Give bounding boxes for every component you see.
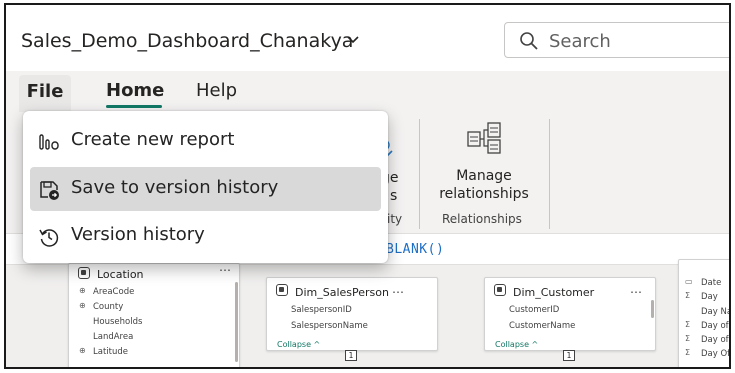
collapse-link[interactable]: Collapse ^ xyxy=(277,340,320,349)
globe-icon: ⊕ xyxy=(79,346,86,355)
sum-icon: Σ xyxy=(685,348,691,357)
partial-group-label: ity xyxy=(387,212,403,226)
field-item[interactable]: Day Nam xyxy=(701,307,729,317)
field-item[interactable]: County xyxy=(93,302,123,312)
field-item[interactable]: AreaCode xyxy=(93,287,134,297)
report-bars-icon xyxy=(39,134,59,150)
field-item[interactable]: LandArea xyxy=(93,332,133,342)
model-canvas[interactable]: Location … ⊕ AreaCode ⊕ County Household… xyxy=(6,259,729,367)
field-item[interactable]: CustomerName xyxy=(509,321,575,331)
table-card-dim-salesperson[interactable]: Dim_SalesPerson … SalespersonID Salesper… xyxy=(266,277,438,351)
field-item[interactable]: SalespersonName xyxy=(291,321,368,331)
search-label: Search xyxy=(549,31,611,52)
table-title: Dim_Customer xyxy=(513,286,595,299)
table-title: Dim_SalesPerson xyxy=(295,286,389,299)
file-menu: Create new report Save to version histor… xyxy=(23,111,388,263)
manage-relationships-label-2[interactable]: relationships xyxy=(432,185,536,203)
globe-icon: ⊕ xyxy=(79,286,86,295)
menu-item-label: Save to version history xyxy=(71,177,279,198)
globe-icon: ⊕ xyxy=(79,301,86,310)
sum-icon: Σ xyxy=(685,320,691,329)
table-card-date[interactable]: ▭ Date Σ Day Day Nam Σ Day of W Σ Day of… xyxy=(678,259,729,367)
tab-help[interactable]: Help xyxy=(196,80,237,101)
field-item[interactable]: Day of W xyxy=(701,321,729,331)
chevron-down-icon[interactable] xyxy=(345,31,361,47)
relationship-badge: 1 xyxy=(563,350,575,361)
menu-item-version-history[interactable]: Version history xyxy=(30,214,381,258)
save-version-icon xyxy=(40,181,59,200)
table-card-location[interactable]: Location … ⊕ AreaCode ⊕ County Household… xyxy=(68,260,240,367)
tab-home[interactable]: Home xyxy=(106,80,164,101)
table-title: Location xyxy=(97,268,144,281)
manage-relationships-label-1[interactable]: Manage xyxy=(432,167,536,185)
more-options-icon[interactable]: … xyxy=(392,282,405,296)
tab-file[interactable]: File xyxy=(19,75,71,112)
table-icon xyxy=(276,284,288,296)
search-box[interactable]: Search xyxy=(504,22,729,58)
field-item[interactable]: SalespersonID xyxy=(291,305,352,315)
scrollbar[interactable] xyxy=(651,300,654,318)
field-item[interactable]: CustomerID xyxy=(509,305,559,315)
more-options-icon[interactable]: … xyxy=(630,282,643,296)
app-window: Sales_Demo_Dashboard_Chanakya Search Fil… xyxy=(4,3,731,369)
table-icon xyxy=(494,284,506,296)
menu-item-save-to-version-history[interactable]: Save to version history xyxy=(30,167,381,211)
ribbon-tabs: File Home Help xyxy=(6,71,729,115)
ribbon-separator xyxy=(419,119,420,229)
menu-item-label: Version history xyxy=(71,224,205,245)
field-item[interactable]: Day of Ye xyxy=(701,335,729,345)
collapse-link[interactable]: Collapse ^ xyxy=(495,340,538,349)
field-item[interactable]: Date xyxy=(701,278,721,288)
file-title[interactable]: Sales_Demo_Dashboard_Chanakya xyxy=(21,30,353,52)
ribbon-separator xyxy=(549,119,550,229)
title-bar: Sales_Demo_Dashboard_Chanakya Search xyxy=(6,5,729,71)
menu-item-label: Create new report xyxy=(71,129,235,150)
menu-item-create-new-report[interactable]: Create new report xyxy=(30,119,381,163)
formula-text[interactable]: BLANK() xyxy=(386,242,444,257)
field-item[interactable]: Households xyxy=(93,317,142,327)
tab-selected-indicator xyxy=(106,105,162,108)
scrollbar[interactable] xyxy=(235,282,238,362)
table-card-dim-customer[interactable]: Dim_Customer … CustomerID CustomerName C… xyxy=(484,277,656,351)
field-item[interactable]: Day xyxy=(701,292,718,302)
history-icon xyxy=(39,229,59,247)
field-item[interactable]: Day Off xyxy=(701,349,729,359)
relationship-badge: 1 xyxy=(345,350,357,361)
manage-relationships-icon[interactable] xyxy=(466,121,502,155)
calendar-icon: ▭ xyxy=(685,277,693,286)
sum-icon: Σ xyxy=(685,334,691,343)
partial-button-label-2: s xyxy=(390,188,398,204)
sum-icon: Σ xyxy=(685,291,691,300)
field-item[interactable]: Latitude xyxy=(93,347,128,357)
relationships-group-label: Relationships xyxy=(442,212,522,226)
search-icon xyxy=(520,32,538,50)
table-icon xyxy=(78,267,90,279)
